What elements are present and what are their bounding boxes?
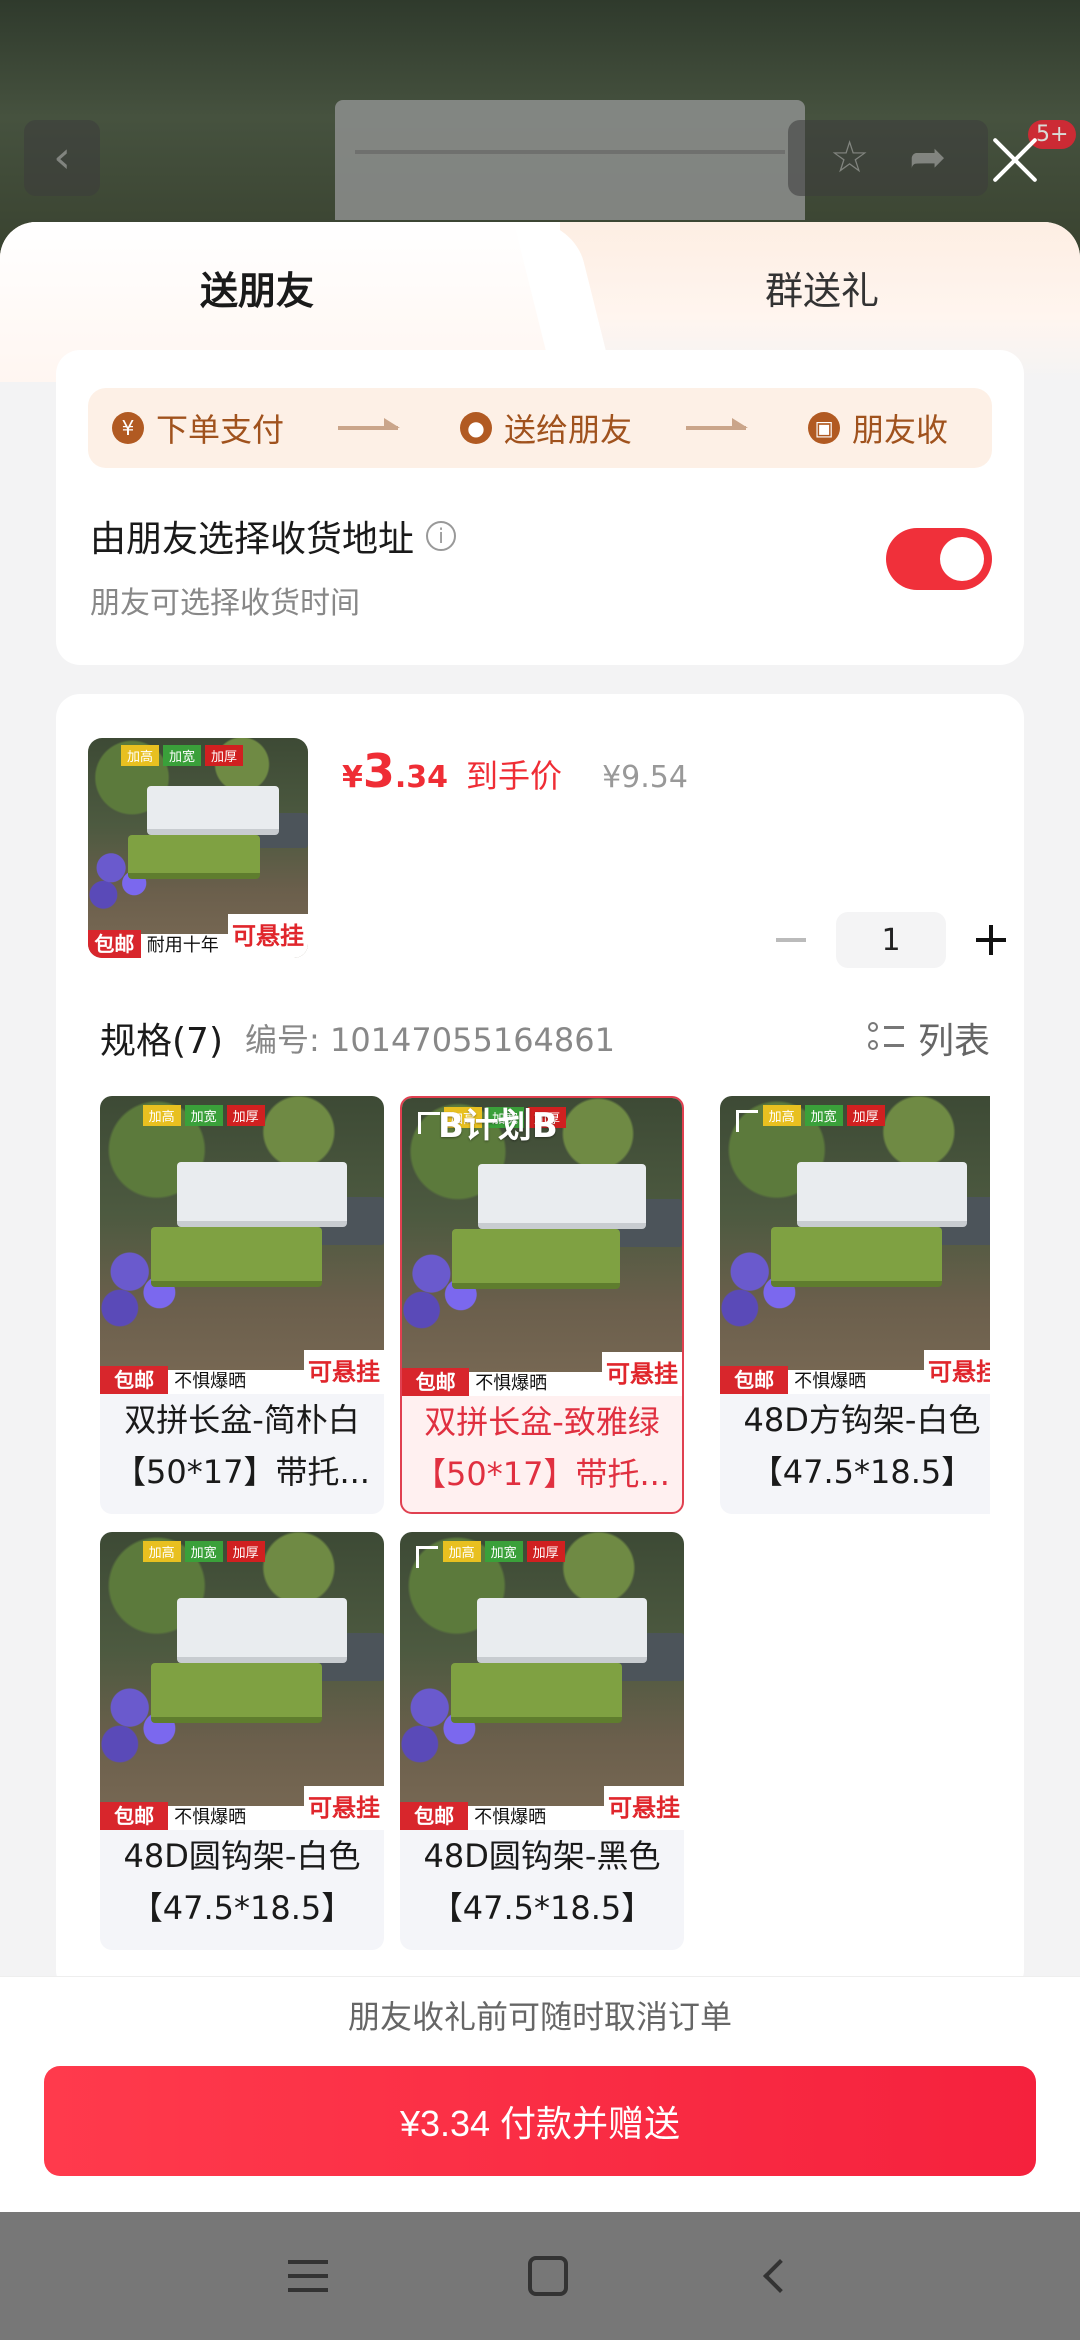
step-send-label: 送给朋友 [504, 411, 633, 449]
sku-name-line1: 双拼长盆-致雅绿 [424, 1403, 660, 1441]
sku-name-line2: 【47.5*18.5】 [130, 1889, 354, 1927]
list-icon [867, 1022, 904, 1054]
spec-number: 编号: 10147055164861 [245, 1021, 615, 1059]
spec-title: 规格(7) [100, 1021, 223, 1062]
sku-name-line1: 48D方钩架-白色 [743, 1401, 981, 1439]
star-icon[interactable]: ☆ [830, 136, 869, 180]
gift-icon: ▣ [808, 412, 841, 444]
plus-icon[interactable] [976, 925, 1006, 955]
original-price: ¥9.54 [602, 760, 688, 795]
sku-image: 加高 加宽 加厚 包邮 不惧爆晒 可悬挂 [720, 1096, 990, 1394]
current-price: ¥3.34 [342, 744, 449, 798]
pay-and-gift-button[interactable]: ¥3.34 付款并赠送 [44, 2066, 1036, 2176]
sku-name-line1: 48D圆钩架-白色 [123, 1837, 361, 1875]
gift-flow-card: ¥ 下单支付 ● 送给朋友 ▣ 朋友收 由朋友选择收货地址 i 朋友可选择收货时… [56, 350, 1024, 665]
sku-image: 加高 加宽 加厚 包邮 不惧爆晒 可悬挂 [100, 1096, 384, 1394]
price-label: 到手价 [466, 757, 563, 795]
minus-icon[interactable] [776, 938, 806, 942]
sku-image: 加高 加宽 加厚 包邮 不惧爆晒 可悬挂 B计划B [402, 1098, 682, 1396]
quantity-stepper: 1 [776, 912, 1006, 968]
address-option-title: 由朋友选择收货地址 i [90, 510, 457, 562]
share-icon[interactable]: ➦ [909, 136, 946, 180]
spec-header: 规格(7) 编号: 10147055164861 列表 [100, 1012, 990, 1064]
price-row: ¥3.34 到手价 ¥9.54 [342, 744, 688, 798]
sku-option[interactable]: 加高 加宽 加厚 包邮 不惧爆晒 可悬挂 48D方钩架-白色 【47.5*18.5】 [720, 1096, 990, 1514]
expand-icon[interactable] [418, 1112, 440, 1134]
sku-name-line1: 双拼长盆-简朴白 [124, 1401, 360, 1439]
sku-image: 加高 加宽 加厚 包邮 不惧爆晒 可悬挂 [100, 1532, 384, 1830]
plan-tag: B计划B [438, 1106, 558, 1146]
back-button[interactable]: ‹ [24, 120, 100, 196]
address-option-subtitle: 朋友可选择收货时间 [90, 586, 360, 621]
feature-tags: 加高 加宽 加厚 [121, 744, 244, 766]
wechat-icon: ● [460, 412, 493, 444]
system-nav-bar [0, 2212, 1080, 2340]
list-view-label: 列表 [917, 1021, 990, 1062]
home-icon[interactable] [528, 2256, 568, 2296]
sku-option[interactable]: 加高 加宽 加厚 包邮 不惧爆晒 可悬挂 48D圆钩架-白色 【47.5*18.5】 [100, 1532, 384, 1950]
arrow-right-icon [338, 418, 401, 430]
pay-footer: ¥3.34 付款并赠送 [0, 2056, 1080, 2212]
quantity-field[interactable]: 1 [836, 912, 946, 968]
product-photo: 加高 加宽 加厚 包邮 耐用十年 可悬挂 [88, 738, 308, 958]
step-pay-label: 下单支付 [156, 411, 285, 449]
tab-send-friend[interactable]: 送朋友 [200, 260, 314, 315]
step-pay: ¥ 下单支付 [112, 405, 284, 451]
info-icon[interactable]: i [426, 521, 457, 551]
gift-steps: ¥ 下单支付 ● 送给朋友 ▣ 朋友收 [88, 388, 992, 468]
sku-image: 加高 加宽 加厚 包邮 不惧爆晒 可悬挂 [400, 1532, 684, 1830]
chevron-left-icon: ‹ [53, 132, 71, 183]
product-card: 加高 加宽 加厚 包邮 耐用十年 可悬挂 ¥3.34 到手价 ¥9.54 1 规… [56, 694, 1024, 1994]
back-icon[interactable] [763, 2259, 797, 2293]
list-view-button[interactable]: 列表 [867, 1012, 990, 1064]
expand-icon[interactable] [416, 1546, 438, 1568]
sku-option[interactable]: 加高 加宽 加厚 包邮 不惧爆晒 可悬挂 双拼长盆-简朴白 【50*17】带托... [100, 1096, 384, 1514]
menu-icon[interactable] [288, 2260, 328, 2292]
gift-sheet: 送朋友 群送礼 ¥ 下单支付 ● 送给朋友 ▣ 朋友收 由朋友选择收货地址 i … [0, 222, 1080, 2212]
tab-group-gift[interactable]: 群送礼 [765, 260, 879, 315]
step-receive: ▣ 朋友收 [808, 405, 948, 451]
sku-option[interactable]: 加高 加宽 加厚 包邮 不惧爆晒 可悬挂 48D圆钩架-黑色 【47.5*18.5】 [400, 1532, 684, 1950]
sku-grid: 加高 加宽 加厚 包邮 不惧爆晒 可悬挂 双拼长盆-简朴白 【50*17】带托... 加… [100, 1096, 990, 1956]
sku-name-line2: 【47.5*18.5】 [430, 1889, 654, 1927]
promo-strip: 包邮 耐用十年 可悬挂 [88, 914, 308, 958]
sku-name-line2: 【47.5*18.5】 [750, 1453, 974, 1491]
sku-name-line2: 【50*17】带托... [414, 1455, 670, 1493]
sku-name-line2: 【50*17】带托... [114, 1453, 370, 1491]
step-receive-label: 朋友收 [852, 411, 949, 449]
close-icon[interactable] [985, 130, 1045, 190]
step-send: ● 送给朋友 [460, 405, 632, 451]
cancel-notice: 朋友收礼前可随时取消订单 [0, 1976, 1080, 2056]
address-title-text: 由朋友选择收货地址 [90, 519, 415, 560]
address-toggle[interactable] [886, 528, 992, 590]
expand-icon[interactable] [736, 1110, 758, 1132]
arrow-right-icon [686, 418, 749, 430]
product-photo-planter [335, 100, 805, 220]
sku-name-line1: 48D圆钩架-黑色 [423, 1837, 661, 1875]
yen-icon: ¥ [112, 412, 144, 444]
sku-option-selected[interactable]: 加高 加宽 加厚 包邮 不惧爆晒 可悬挂 B计划B 双拼长盆-致雅绿 【50*17】带托… [400, 1096, 684, 1514]
product-thumbnail: 加高 加宽 加厚 包邮 耐用十年 可悬挂 [88, 738, 308, 958]
page-actions: ☆ ➦ [788, 120, 988, 196]
